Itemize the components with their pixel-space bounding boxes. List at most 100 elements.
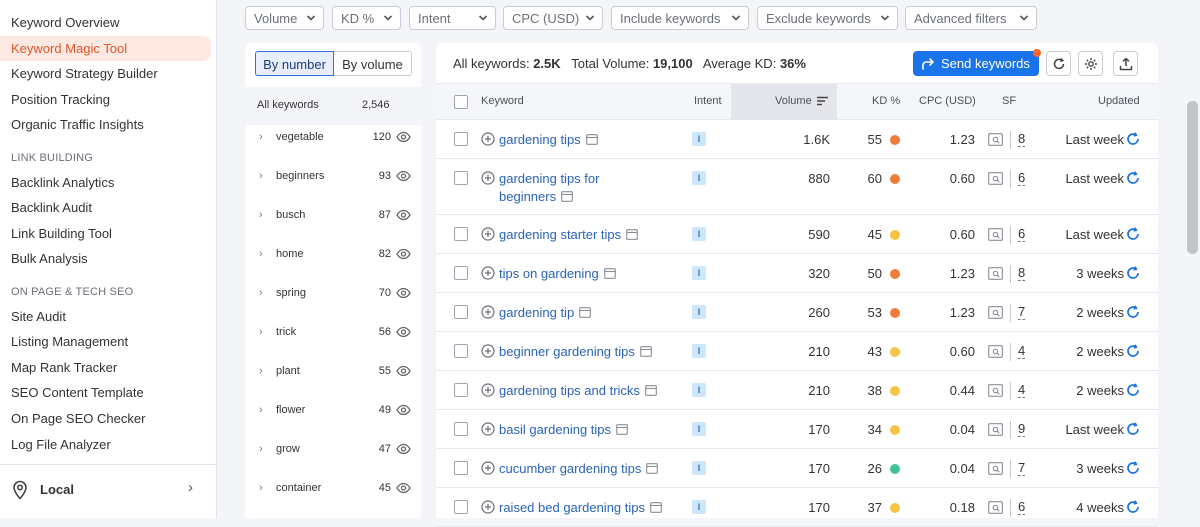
sidebar-item-backlink-analytics[interactable]: Backlink Analytics <box>11 175 114 190</box>
refresh-button[interactable] <box>1046 51 1071 76</box>
keyword-link[interactable]: basil gardening tips <box>499 422 611 437</box>
sidebar-item-keyword-overview[interactable]: Keyword Overview <box>11 15 119 30</box>
sidebar-item-organic-traffic-insights[interactable]: Organic Traffic Insights <box>11 117 144 132</box>
sidebar-item-keyword-magic-tool[interactable]: Keyword Magic Tool <box>11 41 127 56</box>
group-item[interactable]: › plant 55 <box>245 352 421 391</box>
row-checkbox[interactable] <box>454 132 468 146</box>
settings-button[interactable] <box>1078 51 1103 76</box>
add-circle-icon[interactable] <box>481 305 495 319</box>
keyword-link[interactable]: gardening tips for beginners <box>499 171 599 204</box>
row-checkbox[interactable] <box>454 171 468 185</box>
sf-count[interactable]: 7 <box>1018 305 1026 320</box>
keyword-link[interactable]: cucumber gardening tips <box>499 461 641 476</box>
row-checkbox[interactable] <box>454 500 468 514</box>
eye-icon[interactable] <box>396 209 411 221</box>
group-item[interactable]: › flower 49 <box>245 391 421 430</box>
refresh-icon[interactable] <box>1126 132 1140 146</box>
sidebar-item-map-rank-tracker[interactable]: Map Rank Tracker <box>11 360 117 375</box>
serp-features-icon[interactable] <box>988 306 1003 319</box>
serp-preview-icon[interactable] <box>650 502 662 513</box>
sf-count[interactable]: 6 <box>1018 500 1026 515</box>
filter-exclude-keywords[interactable]: Exclude keywords <box>757 6 898 30</box>
keyword-link[interactable]: raised bed gardening tips <box>499 500 645 515</box>
group-item[interactable]: › container 45 <box>245 469 421 508</box>
keyword-link[interactable]: gardening tips and tricks <box>499 383 640 398</box>
filter-cpc[interactable]: CPC (USD) <box>503 6 603 30</box>
refresh-icon[interactable] <box>1126 344 1140 358</box>
sidebar-item-log-file-analyzer[interactable]: Log File Analyzer <box>11 437 111 452</box>
add-circle-icon[interactable] <box>481 461 495 475</box>
chevron-right-icon[interactable]: › <box>259 326 263 338</box>
serp-features-icon[interactable] <box>988 462 1003 475</box>
refresh-icon[interactable] <box>1126 383 1140 397</box>
chevron-right-icon[interactable]: › <box>259 404 263 416</box>
serp-preview-icon[interactable] <box>626 229 638 240</box>
intent-badge[interactable]: I <box>692 266 706 280</box>
serp-features-icon[interactable] <box>988 267 1003 280</box>
refresh-icon[interactable] <box>1126 305 1140 319</box>
refresh-icon[interactable] <box>1126 171 1140 185</box>
chevron-right-icon[interactable]: › <box>259 170 263 182</box>
serp-preview-icon[interactable] <box>646 463 659 474</box>
sf-count[interactable]: 9 <box>1018 422 1026 437</box>
keyword-link[interactable]: tips on gardening <box>499 266 599 281</box>
sidebar-item-keyword-strategy-builder[interactable]: Keyword Strategy Builder <box>11 66 158 81</box>
row-checkbox[interactable] <box>454 266 468 280</box>
serp-features-icon[interactable] <box>988 228 1003 241</box>
intent-badge[interactable]: I <box>692 461 706 475</box>
sf-count[interactable]: 7 <box>1018 461 1026 476</box>
header-volume[interactable]: Volume <box>775 95 812 107</box>
serp-preview-icon[interactable] <box>561 191 573 202</box>
chevron-right-icon[interactable]: › <box>259 482 263 494</box>
header-kd[interactable]: KD % <box>872 95 900 107</box>
serp-preview-icon[interactable] <box>585 134 598 145</box>
group-item[interactable]: › beginners 93 <box>245 157 421 196</box>
serp-preview-icon[interactable] <box>579 307 592 318</box>
add-circle-icon[interactable] <box>481 171 495 185</box>
group-item[interactable]: › grow 47 <box>245 430 421 469</box>
sf-count[interactable]: 4 <box>1018 344 1026 359</box>
row-checkbox[interactable] <box>454 344 468 358</box>
serp-features-icon[interactable] <box>988 384 1003 397</box>
sidebar-item-bulk-analysis[interactable]: Bulk Analysis <box>11 251 88 266</box>
header-keyword[interactable]: Keyword <box>481 95 524 107</box>
select-all-checkbox[interactable] <box>454 95 468 109</box>
filter-volume[interactable]: Volume <box>245 6 324 30</box>
filter-kd[interactable]: KD % <box>332 6 401 30</box>
header-sf[interactable]: SF <box>1002 95 1016 107</box>
add-circle-icon[interactable] <box>481 132 495 146</box>
intent-badge[interactable]: I <box>692 132 706 146</box>
serp-preview-icon[interactable] <box>640 346 652 357</box>
intent-badge[interactable]: I <box>692 171 706 185</box>
keyword-link[interactable]: beginner gardening tips <box>499 344 635 359</box>
sf-count[interactable]: 6 <box>1018 171 1026 186</box>
serp-preview-icon[interactable] <box>645 385 657 396</box>
eye-icon[interactable] <box>396 404 411 416</box>
intent-badge[interactable]: I <box>692 305 706 319</box>
add-circle-icon[interactable] <box>481 266 495 280</box>
group-item[interactable]: › trick 56 <box>245 313 421 352</box>
refresh-icon[interactable] <box>1126 266 1140 280</box>
sf-count[interactable]: 8 <box>1018 266 1026 281</box>
chevron-right-icon[interactable]: › <box>259 248 263 260</box>
chevron-right-icon[interactable]: › <box>259 287 263 299</box>
chevron-right-icon[interactable]: › <box>259 443 263 455</box>
sidebar-item-backlink-audit[interactable]: Backlink Audit <box>11 200 92 215</box>
serp-features-icon[interactable] <box>988 133 1003 146</box>
row-checkbox[interactable] <box>454 383 468 397</box>
sidebar-item-on-page-seo-checker[interactable]: On Page SEO Checker <box>11 411 145 426</box>
sf-count[interactable]: 6 <box>1018 227 1026 242</box>
add-circle-icon[interactable] <box>481 500 495 514</box>
sidebar-local-section[interactable]: Local › <box>0 464 216 518</box>
serp-features-icon[interactable] <box>988 501 1003 514</box>
sf-count[interactable]: 8 <box>1018 132 1026 147</box>
intent-badge[interactable]: I <box>692 383 706 397</box>
eye-icon[interactable] <box>396 170 411 182</box>
refresh-icon[interactable] <box>1126 422 1140 436</box>
intent-badge[interactable]: I <box>692 344 706 358</box>
chevron-right-icon[interactable]: › <box>259 365 263 377</box>
intent-badge[interactable]: I <box>692 500 706 514</box>
page-scrollbar[interactable] <box>1187 101 1198 254</box>
keyword-link[interactable]: gardening tips <box>499 132 581 147</box>
intent-badge[interactable]: I <box>692 227 706 241</box>
